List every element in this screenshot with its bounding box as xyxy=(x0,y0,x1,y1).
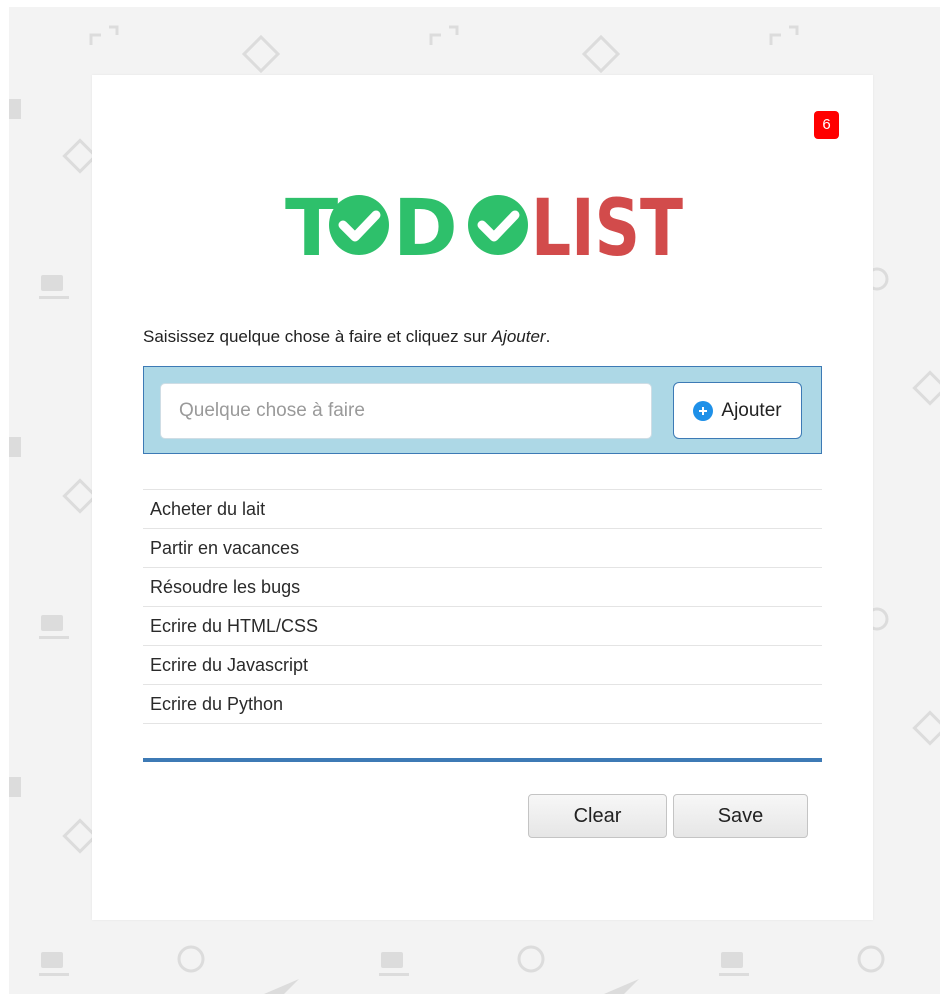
todo-item[interactable]: Résoudre les bugs xyxy=(143,568,822,607)
todo-item[interactable]: Ecrire du HTML/CSS xyxy=(143,607,822,646)
instruction-text: Saisissez quelque chose à faire et cliqu… xyxy=(143,327,551,346)
svg-text:D: D xyxy=(393,192,458,262)
todo-card: 6 T D LIST Saisissez quelque chose à fai… xyxy=(92,75,873,920)
todo-list: Acheter du lait Partir en vacances Résou… xyxy=(143,489,822,724)
clear-button[interactable]: Clear xyxy=(528,794,667,838)
add-button[interactable]: Ajouter xyxy=(673,382,802,439)
plus-circle-icon xyxy=(693,400,714,421)
divider xyxy=(143,758,822,762)
todo-item[interactable]: Acheter du lait xyxy=(143,490,822,529)
add-button-label: Ajouter xyxy=(721,399,782,421)
todo-item[interactable]: Ecrire du Python xyxy=(143,685,822,724)
save-button[interactable]: Save xyxy=(673,794,808,838)
svg-text:LIST: LIST xyxy=(531,192,683,262)
todolist-logo: T D LIST xyxy=(285,192,685,262)
todo-item[interactable]: Ecrire du Javascript xyxy=(143,646,822,685)
todo-item[interactable]: Partir en vacances xyxy=(143,529,822,568)
instruction-emphasis: Ajouter xyxy=(491,327,546,346)
todo-input[interactable] xyxy=(160,383,652,439)
todo-count-badge: 6 xyxy=(814,111,839,139)
add-todo-panel: Ajouter xyxy=(143,366,822,454)
